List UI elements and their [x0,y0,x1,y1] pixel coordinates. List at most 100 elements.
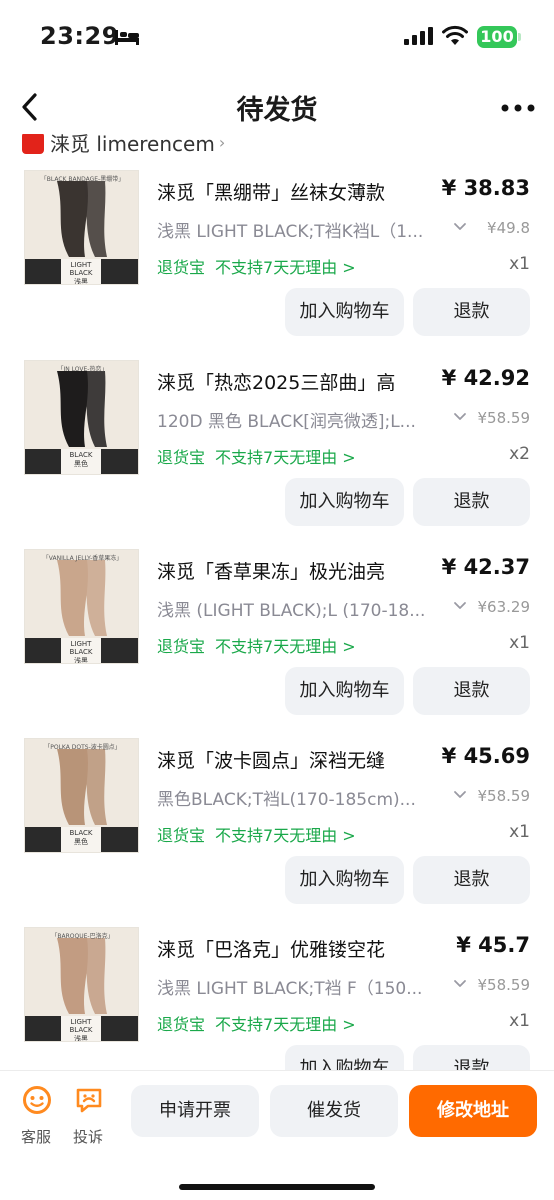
return-insurance-label: 退货宝 [157,448,206,467]
customer-service-label: 客服 [20,1128,51,1146]
chevron-down-icon[interactable] [452,598,468,614]
return-guarantee[interactable]: 退货宝 不支持7天无理由 > [157,444,356,468]
product-image-color: LIGHT BLACK 浅黑 [61,1018,101,1042]
refund-button[interactable]: 退款 [413,856,530,904]
signal-icon [404,27,433,45]
product-quantity: x1 [509,633,530,653]
product-spec[interactable]: 浅黑 (LIGHT BLACK);L (170-18... [157,596,442,621]
product-spec[interactable]: 浅黑 LIGHT BLACK;T裆 F（150... [157,974,442,999]
refund-button[interactable]: 退款 [413,667,530,715]
product-spec[interactable]: 浅黑 LIGHT BLACK;T裆K裆L（1... [157,217,442,242]
add-to-cart-button[interactable]: 加入购物车 [285,856,404,904]
battery-tip [518,33,521,41]
shop-header[interactable]: 涞觅 limerencem › [22,134,226,156]
complaint-icon [76,1088,102,1113]
product-spec[interactable]: 黑色BLACK;T裆L(170-185cm)... [157,785,442,810]
product-title[interactable]: 涞觅「热恋2025三部曲」高 [157,368,427,395]
order-item[interactable]: 「POLKA DOTS-波卡圆点」 BLACK 黑色 涞觅「波卡圆点」深裆无缝 ¥ 45… [0,738,554,928]
return-policy-label: 不支持7天无理由 > [215,1015,356,1034]
order-content[interactable]: 涞觅 limerencem › 「BLACK BANDAGE-黑绷带」 LIGHT … [0,134,554,1070]
product-image-tag: 「BAROQUE-巴洛克」 [51,933,114,940]
original-price: ¥58.59 [477,409,531,427]
product-title[interactable]: 涞觅「香草果冻」极光油亮 [157,557,427,584]
order-item[interactable]: 「BLACK BANDAGE-黑绷带」 LIGHT BLACK 浅黑 涞觅「黑绷带」丝… [0,170,554,360]
original-price: ¥58.59 [477,976,531,994]
chevron-down-icon[interactable] [452,976,468,992]
urge-shipment-button[interactable]: 催发货 [270,1085,398,1137]
refund-button[interactable]: 退款 [413,288,530,336]
product-quantity: x1 [509,254,530,274]
return-policy-label: 不支持7天无理由 > [215,258,356,277]
return-insurance-label: 退货宝 [157,258,206,277]
product-spec[interactable]: 120D 黑色 BLACK[润亮微透];L... [157,407,442,432]
complaint-button[interactable]: 投诉 [68,1083,108,1146]
return-guarantee[interactable]: 退货宝 不支持7天无理由 > [157,633,356,657]
product-image-color-cn: 黑色 [74,460,88,468]
return-guarantee[interactable]: 退货宝 不支持7天无理由 > [157,1011,356,1035]
product-price: ¥ 42.37 [441,555,530,579]
home-indicator [179,1184,375,1190]
shop-name: 涞觅 limerencem [50,134,215,156]
product-image-color-en: LIGHT BLACK [69,640,93,656]
add-to-cart-button[interactable]: 加入购物车 [285,478,404,526]
refund-button[interactable]: 退款 [413,1045,530,1070]
return-policy-label: 不支持7天无理由 > [215,826,356,845]
return-guarantee[interactable]: 退货宝 不支持7天无理由 > [157,822,356,846]
order-item[interactable]: 「VANILLA JELLY-香草果冻」 LIGHT BLACK 浅黑 涞觅「香草果冻… [0,549,554,739]
order-item[interactable]: 「IN LOVE-热恋」 BLACK 黑色 涞觅「热恋2025三部曲」高 ¥ 42.92… [0,360,554,550]
customer-service-button[interactable]: 客服 [16,1083,56,1146]
product-price: ¥ 45.69 [441,744,530,768]
order-item[interactable]: 「BAROQUE-巴洛克」 LIGHT BLACK 浅黑 涞觅「巴洛克」优雅镂空花 ¥ … [0,927,554,1070]
page-title: 待发货 [236,95,318,126]
return-guarantee[interactable]: 退货宝 不支持7天无理由 > [157,254,356,278]
product-title[interactable]: 涞觅「黑绷带」丝袜女薄款 [157,178,427,205]
chevron-down-icon[interactable] [452,787,468,803]
product-image-color-en: LIGHT BLACK [69,261,93,277]
return-insurance-label: 退货宝 [157,826,206,845]
product-thumbnail[interactable]: 「BLACK BANDAGE-黑绷带」 LIGHT BLACK 浅黑 [24,170,139,285]
product-quantity: x1 [509,1011,530,1031]
product-title[interactable]: 涞觅「巴洛克」优雅镂空花 [157,935,427,962]
product-thumbnail[interactable]: 「IN LOVE-热恋」 BLACK 黑色 [24,360,139,475]
original-price: ¥63.29 [477,598,531,616]
chevron-right-icon: › [218,134,226,152]
product-image-color-cn: 黑色 [74,838,88,846]
product-image-color: BLACK 黑色 [61,451,101,469]
return-policy-label: 不支持7天无理由 > [215,448,356,467]
product-image-color: LIGHT BLACK 浅黑 [61,640,101,663]
chevron-down-icon[interactable] [452,409,468,425]
add-to-cart-button[interactable]: 加入购物车 [285,1045,404,1070]
product-image-tag: 「VANILLA JELLY-香草果冻」 [42,555,123,562]
apply-invoice-button[interactable]: 申请开票 [131,1085,259,1137]
modify-address-button[interactable]: 修改地址 [409,1085,537,1137]
chevron-down-icon[interactable] [452,219,468,235]
product-price: ¥ 45.7 [456,933,530,957]
bottom-action-bar: 客服 投诉 申请开票 催发货 修改地址 [0,1070,554,1200]
shop-logo [22,134,44,154]
original-price: ¥49.8 [487,219,530,237]
bed-icon [115,30,139,45]
product-thumbnail[interactable]: 「VANILLA JELLY-香草果冻」 LIGHT BLACK 浅黑 [24,549,139,664]
add-to-cart-button[interactable]: 加入购物车 [285,667,404,715]
add-to-cart-button[interactable]: 加入购物车 [285,288,404,336]
product-image-color-cn: 浅黑 [74,278,88,285]
return-insurance-label: 退货宝 [157,1015,206,1034]
product-thumbnail[interactable]: 「BAROQUE-巴洛克」 LIGHT BLACK 浅黑 [24,927,139,1042]
more-icon[interactable] [501,104,535,112]
product-quantity: x2 [509,444,530,464]
customer-service-icon [23,1086,51,1114]
refund-button[interactable]: 退款 [413,478,530,526]
product-price: ¥ 42.92 [441,366,530,390]
product-image-color: LIGHT BLACK 浅黑 [61,261,101,285]
status-bar: 23:29 100 [0,0,554,72]
product-image-color-en: LIGHT BLACK [69,1018,93,1034]
product-quantity: x1 [509,822,530,842]
product-image-color-cn: 浅黑 [74,1035,88,1042]
product-thumbnail[interactable]: 「POLKA DOTS-波卡圆点」 BLACK 黑色 [24,738,139,853]
product-title[interactable]: 涞觅「波卡圆点」深裆无缝 [157,746,427,773]
product-image-tag: 「POLKA DOTS-波卡圆点」 [44,744,121,751]
status-time: 23:29 [40,22,119,50]
return-insurance-label: 退货宝 [157,637,206,656]
complaint-label: 投诉 [72,1128,103,1146]
battery-indicator: 100 [477,26,517,48]
